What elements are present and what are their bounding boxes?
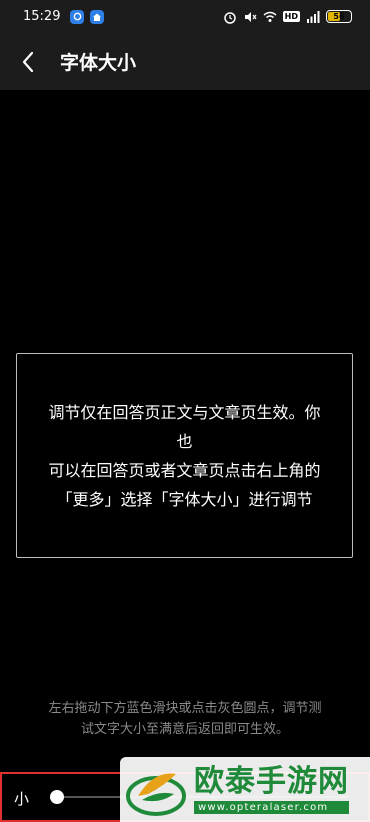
app-notification-icon xyxy=(70,9,85,24)
battery-level: 56 xyxy=(333,12,345,21)
hd-badge: HD xyxy=(282,11,300,22)
battery-icon: 56 xyxy=(326,10,352,23)
chevron-left-icon xyxy=(22,51,34,72)
preview-line-3: 「更多」选择「字体大小」进行调节 xyxy=(56,489,313,509)
status-right: HD 56 xyxy=(223,0,352,33)
page-title: 字体大小 xyxy=(60,52,137,74)
mute-icon xyxy=(244,11,257,22)
hint-line-1: 左右拖动下方蓝色滑块或点击灰色圆点，调节测 xyxy=(48,701,322,716)
watermark: 欧泰手游网 www.opteralaser.com xyxy=(120,757,370,822)
hint-line-2: 试文字大小至满意后返回即可生效。 xyxy=(80,722,289,737)
preview-text: 调节仅在回答页正文与文章页生效。你也 可以在回答页或者文章页点击右上角的 「更多… xyxy=(43,398,327,514)
status-bar: 15:29 HD 56 xyxy=(0,0,370,33)
preview-line-1: 调节仅在回答页正文与文章页生效。你也 xyxy=(48,402,321,451)
slider-thumb[interactable] xyxy=(50,790,64,804)
notification-icons xyxy=(70,9,105,24)
home-notification-icon xyxy=(90,9,105,24)
slider-small-label: 小 xyxy=(14,790,30,808)
nav-bar: 字体大小 xyxy=(0,33,370,90)
wifi-icon xyxy=(263,11,277,22)
watermark-name: 欧泰手游网 xyxy=(194,764,349,799)
status-time: 15:29 xyxy=(23,9,61,24)
back-button[interactable] xyxy=(8,42,48,82)
watermark-url: www.opteralaser.com xyxy=(194,801,349,814)
alarm-icon xyxy=(223,11,236,24)
signal-icon xyxy=(307,10,320,23)
preview-line-2: 可以在回答页或者文章页点击右上角的 xyxy=(48,460,321,480)
font-preview-box: 调节仅在回答页正文与文章页生效。你也 可以在回答页或者文章页点击右上角的 「更多… xyxy=(16,353,353,558)
watermark-logo-icon xyxy=(126,772,186,816)
hint-text: 左右拖动下方蓝色滑块或点击灰色圆点，调节测 试文字大小至满意后返回即可生效。 xyxy=(28,698,342,740)
watermark-text: 欧泰手游网 www.opteralaser.com xyxy=(194,765,349,814)
